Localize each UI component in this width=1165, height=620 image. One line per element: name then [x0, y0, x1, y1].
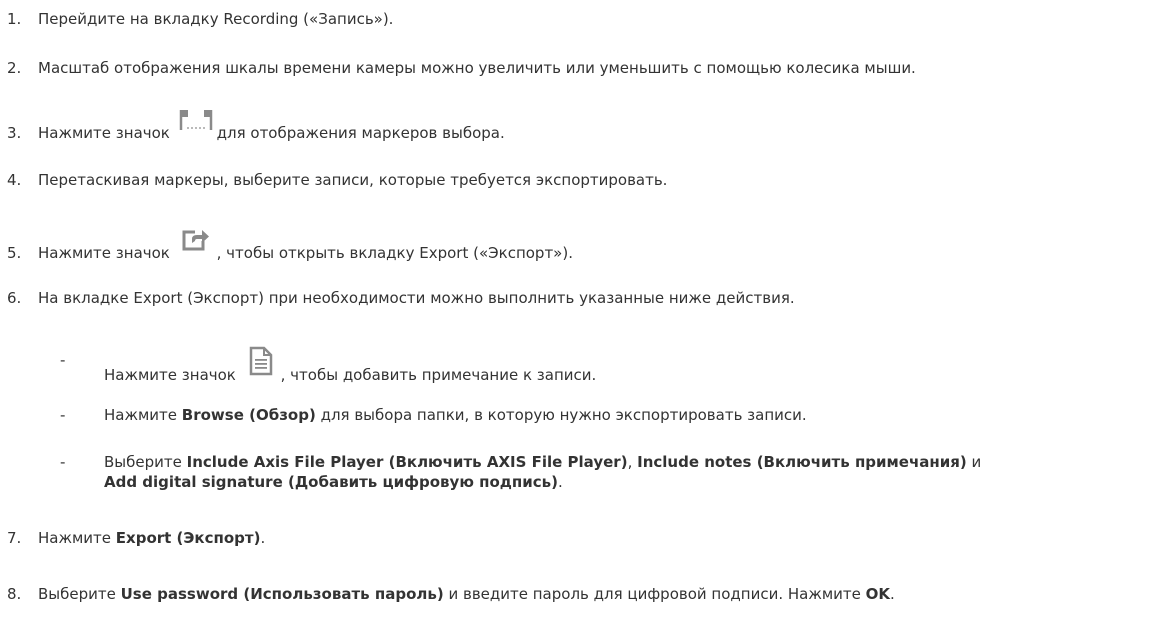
- substep-1: Нажмите значок , чтобы добавить примечан…: [104, 346, 597, 385]
- step-2: 2. Масштаб отображения шкалы времени каме…: [7, 58, 916, 78]
- step-text-pre: Нажмите: [38, 529, 116, 547]
- step-text-mid: и введите пароль для цифровой подписи. Н…: [443, 585, 866, 603]
- substep-bold-3: Add digital signature (Добавить цифровую…: [104, 473, 559, 491]
- substep-text-post: , чтобы добавить примечание к записи.: [280, 366, 597, 384]
- step-7: 7. Нажмите Export (Экспорт).: [7, 528, 265, 548]
- substep-bold-1: Include Axis File Player (Включить AXIS …: [186, 453, 628, 471]
- step-text: На вкладке Export (Экспорт) при необходи…: [38, 289, 795, 307]
- selection-markers-icon: [179, 108, 213, 137]
- step-4: 4. Перетаскивая маркеры, выберите записи,…: [7, 170, 667, 190]
- step-number: 4.: [7, 171, 22, 189]
- step-number: 2.: [7, 59, 22, 77]
- step-text-post: .: [890, 585, 895, 603]
- substep-text-post: для выбора папки, в которую нужно экспор…: [315, 406, 807, 424]
- substep-3: Выберите Include Axis File Player (Включ…: [104, 452, 981, 472]
- step-number: 8.: [7, 585, 22, 603]
- step-bold-1: Use password (Использовать пароль): [120, 585, 444, 603]
- step-bold-2: OK: [865, 585, 891, 603]
- substep-text-mid: и: [966, 453, 982, 471]
- step-3: 3. Нажмите значок для отображения маркеро…: [7, 110, 505, 143]
- step-bold: Export (Экспорт): [115, 529, 261, 547]
- substep-text-mid: ,: [627, 453, 638, 471]
- step-text: Перейдите на вкладку Recording («Запись»…: [38, 10, 394, 28]
- substep-bold-2: Include notes (Включить примечания): [637, 453, 967, 471]
- step-number: 5.: [7, 244, 22, 262]
- substep-dash: -: [60, 406, 66, 424]
- substep-dash: -: [60, 351, 66, 369]
- step-1: 1. Перейдите на вкладку Recording («Запис…: [7, 9, 393, 29]
- step-text-post: , чтобы открыть вкладку Export («Экспорт…: [216, 244, 573, 262]
- substep-text-pre: Нажмите: [104, 406, 182, 424]
- substep-3-line-2: Add digital signature (Добавить цифровую…: [104, 472, 563, 492]
- step-text-pre: Нажмите значок: [38, 124, 170, 142]
- substep-text-post: .: [558, 473, 563, 491]
- step-number: 1.: [7, 10, 22, 28]
- substep-text-pre: Нажмите значок: [104, 366, 236, 384]
- step-8: 8. Выберите Use password (Использовать па…: [7, 584, 895, 604]
- export-icon: [181, 226, 211, 257]
- substep-dash: -: [60, 453, 66, 471]
- substep-bold: Browse (Обзор): [181, 406, 316, 424]
- step-number: 3.: [7, 124, 22, 142]
- step-text-pre: Нажмите значок: [38, 244, 170, 262]
- step-number: 7.: [7, 529, 22, 547]
- step-6: 6. На вкладке Export (Экспорт) при необхо…: [7, 288, 795, 308]
- step-text: Масштаб отображения шкалы времени камеры…: [38, 59, 916, 77]
- step-text-post: для отображения маркеров выбора.: [216, 124, 505, 142]
- step-number: 6.: [7, 289, 22, 307]
- step-text-post: .: [260, 529, 266, 547]
- step-text-pre: Выберите: [38, 585, 121, 603]
- document-icon: [249, 346, 273, 381]
- step-5: 5. Нажмите значок , чтобы открыть вкладку…: [7, 230, 573, 263]
- step-text: Перетаскивая маркеры, выберите записи, к…: [38, 171, 668, 189]
- substep-2: Нажмите Browse (Обзор) для выбора папки,…: [104, 405, 807, 425]
- substep-text-pre: Выберите: [104, 453, 187, 471]
